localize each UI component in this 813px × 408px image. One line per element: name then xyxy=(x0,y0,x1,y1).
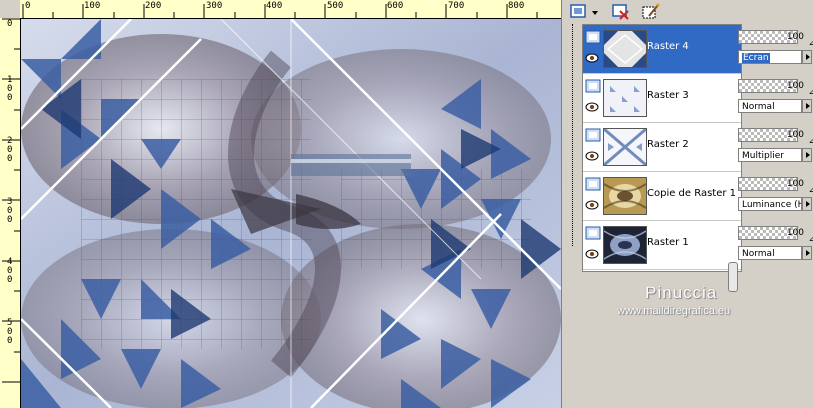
top-ruler: 0 100 200 300 400 500 600 700 800 xyxy=(20,0,561,19)
layers-list: Raster 4 Raster 3 Raster 2 Copie de Rast… xyxy=(582,24,742,317)
layer-name[interactable]: Raster 4 xyxy=(647,41,689,52)
eye-icon[interactable] xyxy=(585,200,599,210)
eye-icon[interactable] xyxy=(585,151,599,161)
layer-row[interactable]: Raster 1 xyxy=(583,221,741,270)
left-ruler-ticks xyxy=(2,18,20,383)
panel-scrollbar[interactable] xyxy=(728,262,738,292)
image-canvas[interactable] xyxy=(21,19,561,408)
blend-mode-select[interactable]: Normal xyxy=(738,246,802,260)
eye-icon[interactable] xyxy=(585,53,599,63)
layer-props-row: 100 ⊿ Luminance (H) xyxy=(738,171,813,219)
new-layer-icon xyxy=(570,4,598,18)
layer-props-row: 100 ⊿ Ecran xyxy=(738,24,813,72)
opacity-value: 100 xyxy=(786,179,804,189)
layer-row[interactable]: Raster 3 xyxy=(583,74,741,123)
watermark-url: www.maildiregrafica.eu xyxy=(617,305,731,317)
blend-mode-value: Luminance (H) xyxy=(742,200,802,210)
blend-mode-arrow-icon[interactable] xyxy=(802,148,812,162)
layers-toolbar xyxy=(562,0,813,24)
layer-thumbnail xyxy=(603,226,647,264)
new-layer-button[interactable] xyxy=(568,2,602,22)
opacity-edit-icon[interactable]: ⊿ xyxy=(808,234,813,244)
blend-mode-value: Multiplier xyxy=(742,151,784,161)
opacity-value: 100 xyxy=(786,228,804,238)
layer-thumbnail xyxy=(603,30,647,68)
layer-row[interactable]: Raster 2 xyxy=(583,123,741,172)
watermark-name: Pinuccia xyxy=(645,283,718,302)
opacity-value: 100 xyxy=(786,81,804,91)
layer-visibility-icon[interactable] xyxy=(585,30,601,44)
layer-visibility-icon[interactable] xyxy=(585,79,601,93)
layer-thumbnail xyxy=(603,79,647,117)
blend-mode-select[interactable]: Ecran xyxy=(738,50,802,64)
layer-props-row: 100 ⊿ Normal xyxy=(738,73,813,121)
blend-mode-arrow-icon[interactable] xyxy=(802,99,812,113)
layer-visibility-icon[interactable] xyxy=(585,177,601,191)
blend-mode-select[interactable]: Multiplier xyxy=(738,148,802,162)
left-ruler: 0 100 200 300 400 500 xyxy=(0,18,21,408)
layer-name[interactable]: Copie de Raster 1 xyxy=(647,188,736,199)
blend-mode-arrow-icon[interactable] xyxy=(802,50,812,64)
layers-panel: Raster 4 Raster 3 Raster 2 Copie de Rast… xyxy=(561,0,813,408)
edit-mask-icon xyxy=(642,3,660,19)
eye-icon[interactable] xyxy=(585,102,599,112)
layer-name[interactable]: Raster 1 xyxy=(647,237,689,248)
opacity-value: 100 xyxy=(786,32,804,42)
layer-name[interactable]: Raster 2 xyxy=(647,139,689,150)
edit-mask-button[interactable] xyxy=(640,2,662,22)
layer-row[interactable]: Raster 4 xyxy=(583,25,741,74)
delete-layer-icon xyxy=(612,4,629,20)
layer-visibility-icon[interactable] xyxy=(585,128,601,142)
eye-icon[interactable] xyxy=(585,249,599,259)
blend-mode-value: Ecran xyxy=(742,53,770,63)
opacity-value: 100 xyxy=(786,130,804,140)
layer-group-guide xyxy=(572,24,574,246)
blend-mode-arrow-icon[interactable] xyxy=(802,197,812,211)
opacity-edit-icon[interactable]: ⊿ xyxy=(808,185,813,195)
image-editor: 0 100 200 300 400 500 600 700 800 0 100 … xyxy=(0,0,561,408)
opacity-edit-icon[interactable]: ⊿ xyxy=(808,136,813,146)
layer-name[interactable]: Raster 3 xyxy=(647,90,689,101)
layer-row[interactable]: Copie de Raster 1 xyxy=(583,172,741,221)
ruler-corner xyxy=(0,0,21,19)
blend-mode-value: Normal xyxy=(742,102,775,112)
blend-mode-value: Normal xyxy=(742,249,775,259)
layer-props-row: 100 ⊿ Normal xyxy=(738,220,813,268)
blend-mode-select[interactable]: Luminance (H) xyxy=(738,197,802,211)
delete-layer-button[interactable] xyxy=(610,2,632,22)
layer-visibility-icon[interactable] xyxy=(585,226,601,240)
blend-mode-select[interactable]: Normal xyxy=(738,99,802,113)
layer-thumbnail xyxy=(603,128,647,166)
canvas-artwork xyxy=(21,19,561,408)
layer-properties: 100 ⊿ Ecran 100 ⊿ Normal 100 ⊿ Multiplie… xyxy=(738,24,813,270)
layer-thumbnail xyxy=(603,177,647,215)
layer-props-row: 100 ⊿ Multiplier xyxy=(738,122,813,170)
opacity-edit-icon[interactable]: ⊿ xyxy=(808,87,813,97)
top-ruler-ticks xyxy=(22,4,538,18)
blend-mode-arrow-icon[interactable] xyxy=(802,246,812,260)
opacity-edit-icon[interactable]: ⊿ xyxy=(808,38,813,48)
